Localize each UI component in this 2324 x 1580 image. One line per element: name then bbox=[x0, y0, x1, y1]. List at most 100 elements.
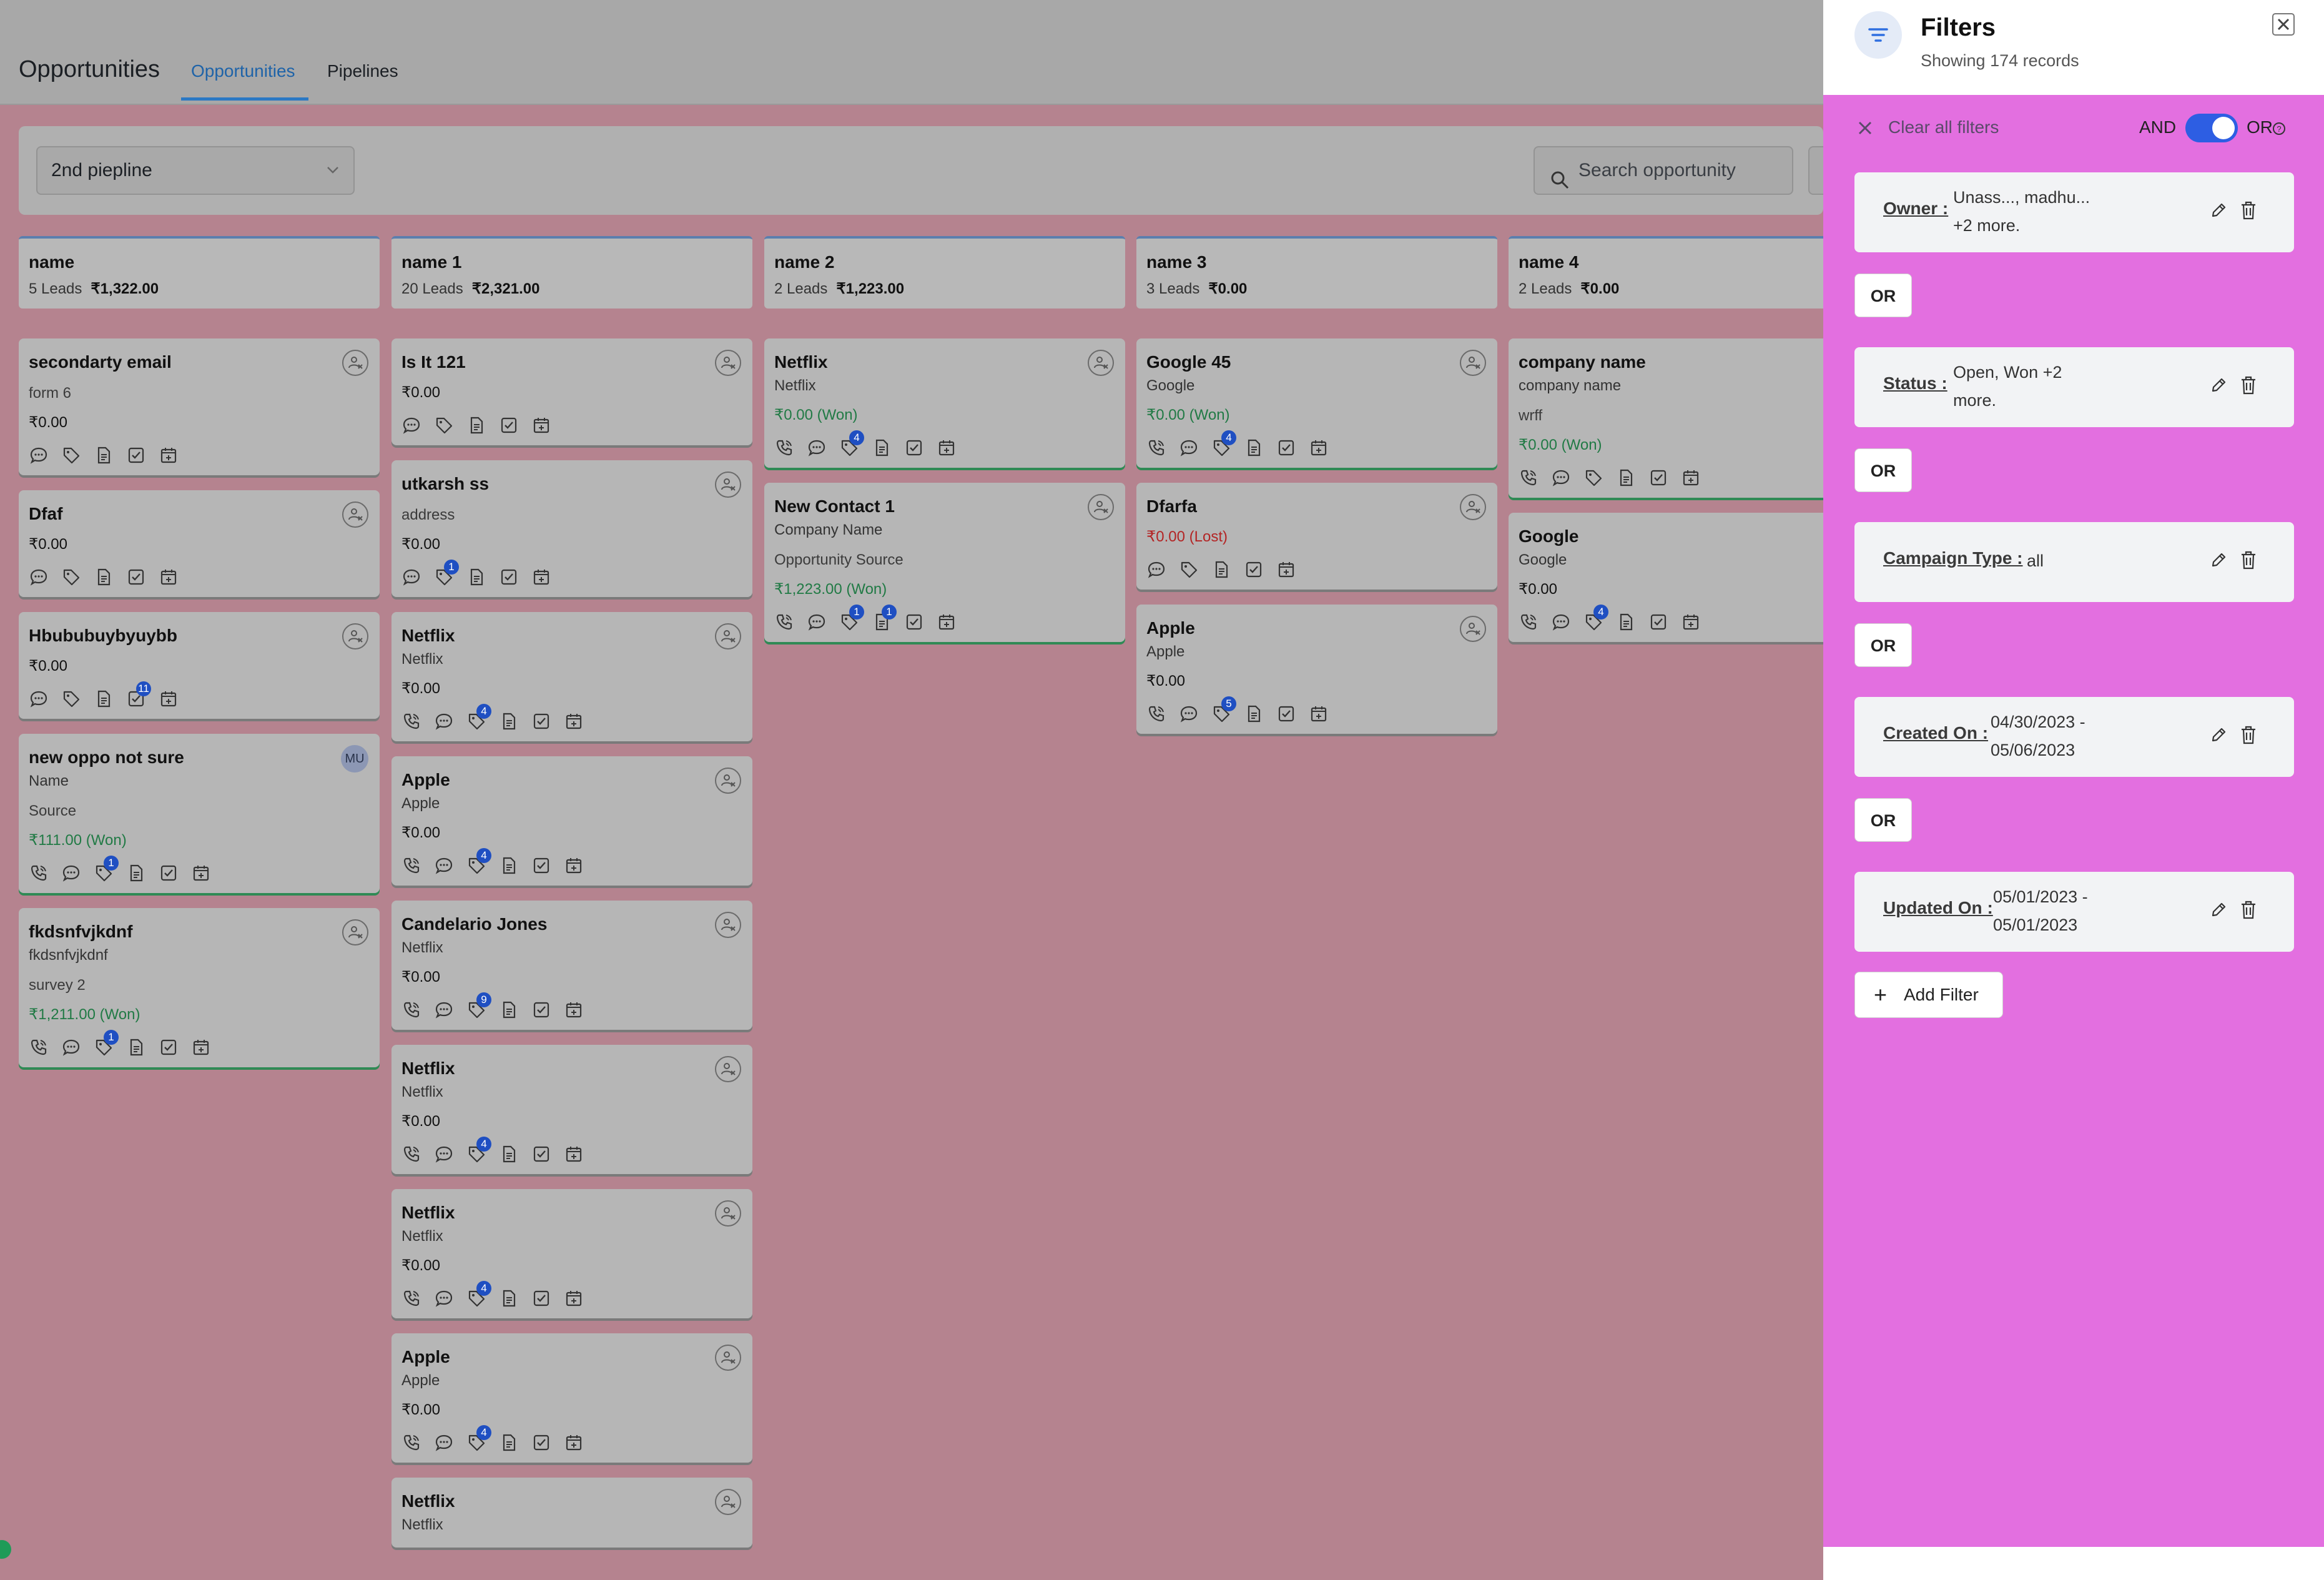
close-icon[interactable] bbox=[2268, 9, 2299, 40]
phone-icon[interactable] bbox=[1519, 468, 1539, 488]
doc-icon[interactable] bbox=[94, 689, 114, 709]
doc-icon[interactable] bbox=[1244, 438, 1264, 458]
doc-icon[interactable] bbox=[466, 567, 486, 587]
pipeline-select[interactable]: 2nd piepline bbox=[36, 146, 355, 195]
opportunity-card[interactable]: Netflix Netflix bbox=[391, 1478, 752, 1548]
check-icon[interactable] bbox=[531, 1288, 551, 1308]
trash-icon[interactable] bbox=[2239, 375, 2258, 399]
calendar-icon[interactable] bbox=[564, 1433, 584, 1453]
phone-icon[interactable] bbox=[401, 1288, 421, 1308]
doc-icon[interactable] bbox=[1211, 560, 1231, 580]
assign-owner-icon[interactable] bbox=[715, 1056, 741, 1082]
chat-icon[interactable] bbox=[29, 567, 49, 587]
assign-owner-icon[interactable] bbox=[342, 501, 368, 528]
chat-icon[interactable] bbox=[807, 612, 827, 632]
doc-icon[interactable] bbox=[1616, 612, 1636, 632]
calendar-icon[interactable] bbox=[564, 711, 584, 731]
edit-icon[interactable] bbox=[2209, 376, 2228, 398]
phone-icon[interactable] bbox=[29, 863, 49, 883]
check-icon[interactable] bbox=[531, 1144, 551, 1164]
opportunity-card[interactable]: Dfarfa ₹0.00 (Lost) bbox=[1136, 483, 1497, 590]
filter-key[interactable]: Owner : bbox=[1883, 199, 1948, 219]
assign-owner-icon[interactable] bbox=[715, 350, 741, 376]
calendar-icon[interactable] bbox=[159, 567, 179, 587]
calendar-icon[interactable] bbox=[937, 438, 957, 458]
doc-icon[interactable] bbox=[499, 711, 519, 731]
check-icon[interactable] bbox=[531, 711, 551, 731]
opportunity-card[interactable]: Apple Apple ₹0.00 4 bbox=[391, 1333, 752, 1463]
edit-icon[interactable] bbox=[2209, 901, 2228, 922]
tag-icon[interactable]: 4 bbox=[466, 704, 491, 731]
phone-icon[interactable] bbox=[401, 711, 421, 731]
check-icon[interactable] bbox=[159, 1037, 179, 1057]
status-indicator[interactable] bbox=[0, 1540, 11, 1559]
calendar-icon[interactable] bbox=[531, 567, 551, 587]
or-connector[interactable]: OR bbox=[1854, 798, 1912, 842]
tag-icon[interactable]: 4 bbox=[466, 1137, 491, 1164]
edit-icon[interactable] bbox=[2209, 201, 2228, 223]
doc-icon[interactable] bbox=[94, 567, 114, 587]
opportunity-card[interactable]: Netflix Netflix ₹0.00 4 bbox=[391, 1045, 752, 1174]
opportunity-card[interactable]: Candelario Jones Netflix ₹0.00 9 bbox=[391, 901, 752, 1030]
check-icon[interactable] bbox=[1244, 560, 1264, 580]
phone-icon[interactable] bbox=[1146, 438, 1166, 458]
opportunity-card[interactable]: Dfaf ₹0.00 bbox=[19, 490, 380, 597]
doc-icon[interactable] bbox=[1616, 468, 1636, 488]
calendar-icon[interactable] bbox=[564, 1000, 584, 1020]
chat-icon[interactable] bbox=[61, 1037, 81, 1057]
assign-owner-icon[interactable] bbox=[715, 768, 741, 794]
chat-icon[interactable] bbox=[434, 1433, 454, 1453]
opportunity-card[interactable]: Google Google ₹0.00 4 bbox=[1509, 513, 1869, 642]
doc-icon[interactable] bbox=[499, 1000, 519, 1020]
calendar-icon[interactable] bbox=[1276, 560, 1296, 580]
phone-icon[interactable] bbox=[401, 1433, 421, 1453]
assign-owner-icon[interactable] bbox=[715, 912, 741, 938]
opportunity-card[interactable]: Is It 121 ₹0.00 bbox=[391, 338, 752, 445]
calendar-icon[interactable] bbox=[564, 856, 584, 876]
phone-icon[interactable] bbox=[1146, 704, 1166, 724]
filter-key[interactable]: Campaign Type : bbox=[1883, 548, 2023, 568]
opportunity-card[interactable]: company name company name wrff ₹0.00 (Won) bbox=[1509, 338, 1869, 498]
chat-icon[interactable] bbox=[434, 1000, 454, 1020]
opportunity-card[interactable]: secondarty email form 6 ₹0.00 bbox=[19, 338, 380, 475]
assign-owner-icon[interactable] bbox=[715, 1200, 741, 1227]
phone-icon[interactable] bbox=[774, 612, 794, 632]
check-icon[interactable] bbox=[904, 438, 924, 458]
opportunity-card[interactable]: utkarsh ss address ₹0.00 1 bbox=[391, 460, 752, 597]
assign-owner-icon[interactable] bbox=[1460, 350, 1486, 376]
doc-icon[interactable] bbox=[466, 415, 486, 435]
add-filter-button[interactable]: + Add Filter bbox=[1854, 972, 2003, 1018]
edit-icon[interactable] bbox=[2209, 551, 2228, 573]
tag-icon[interactable]: 1 bbox=[434, 560, 459, 587]
check-icon[interactable] bbox=[126, 567, 146, 587]
or-connector[interactable]: OR bbox=[1854, 448, 1912, 492]
check-icon[interactable] bbox=[531, 1433, 551, 1453]
calendar-icon[interactable] bbox=[531, 415, 551, 435]
tag-icon[interactable]: 4 bbox=[466, 1425, 491, 1453]
assign-owner-icon[interactable] bbox=[342, 350, 368, 376]
check-icon[interactable] bbox=[499, 567, 519, 587]
trash-icon[interactable] bbox=[2239, 899, 2258, 924]
chat-icon[interactable] bbox=[434, 856, 454, 876]
tag-icon[interactable] bbox=[1179, 560, 1199, 580]
chat-icon[interactable] bbox=[1551, 612, 1571, 632]
assign-owner-icon[interactable] bbox=[1460, 494, 1486, 520]
check-icon[interactable] bbox=[159, 863, 179, 883]
filter-key[interactable]: Updated On : bbox=[1883, 898, 1993, 918]
assign-owner-icon[interactable] bbox=[1088, 350, 1114, 376]
tab-opportunities[interactable]: Opportunities bbox=[191, 61, 295, 81]
or-connector[interactable]: OR bbox=[1854, 623, 1912, 667]
calendar-icon[interactable] bbox=[1681, 468, 1701, 488]
trash-icon[interactable] bbox=[2239, 200, 2258, 224]
opportunity-card[interactable]: Apple Apple ₹0.00 4 bbox=[391, 756, 752, 886]
doc-icon[interactable] bbox=[499, 1144, 519, 1164]
tag-icon[interactable]: 9 bbox=[466, 992, 491, 1020]
calendar-icon[interactable] bbox=[564, 1288, 584, 1308]
tag-icon[interactable]: 4 bbox=[466, 1281, 491, 1308]
opportunity-card[interactable]: New Contact 1 Company Name Opportunity Sou… bbox=[764, 483, 1125, 642]
chat-icon[interactable] bbox=[434, 1288, 454, 1308]
assign-owner-icon[interactable] bbox=[1088, 494, 1114, 520]
calendar-icon[interactable] bbox=[1681, 612, 1701, 632]
assign-owner-icon[interactable] bbox=[342, 919, 368, 946]
phone-icon[interactable] bbox=[29, 1037, 49, 1057]
